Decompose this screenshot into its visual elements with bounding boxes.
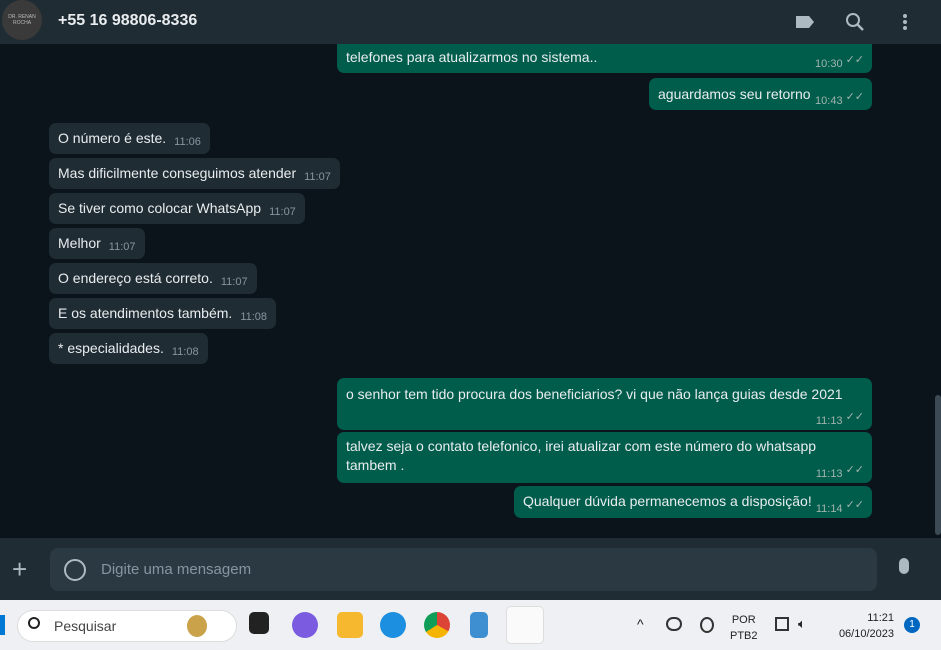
notepad-icon[interactable] (470, 612, 488, 638)
message-time: 11:08 (240, 311, 268, 323)
message-input[interactable]: Digite uma mensagem (50, 548, 877, 591)
message-incoming: O endereço está correto. 11:07 (49, 263, 257, 294)
message-text: E os atendimentos também. (58, 305, 233, 321)
file-explorer-icon[interactable] (337, 612, 363, 638)
sync-icon[interactable] (700, 617, 714, 633)
emoji-icon[interactable] (64, 559, 86, 581)
message-text: O endereço está correto. (58, 270, 213, 286)
clock[interactable]: 11:21 06/10/2023 (830, 610, 894, 642)
edge-icon[interactable] (380, 612, 406, 638)
search-highlight-icon (187, 615, 207, 637)
message-time: 10:30 (815, 58, 843, 70)
composer: + Digite uma mensagem (0, 538, 941, 600)
message-time: 11:07 (108, 241, 136, 253)
message-text: talvez seja o contato telefonico, irei a… (346, 438, 817, 473)
network-icon[interactable] (775, 617, 789, 631)
message-outgoing: talvez seja o contato telefonico, irei a… (337, 432, 872, 483)
message-outgoing: telefones para atualizarmos no sistema..… (337, 44, 872, 73)
onedrive-icon[interactable] (666, 617, 682, 631)
message-time: 11:06 (174, 136, 201, 148)
language-code: POR (731, 614, 756, 626)
snipping-tool-icon[interactable] (506, 606, 544, 644)
start-icon[interactable] (0, 615, 5, 635)
message-time: 11:13 (815, 415, 843, 427)
clock-date: 06/10/2023 (838, 628, 894, 640)
read-ticks-icon: ✓✓ (845, 91, 864, 103)
message-text: telefones para atualizarmos no sistema.. (346, 49, 598, 65)
message-placeholder: Digite uma mensagem (101, 561, 252, 578)
message-text: O número é este. (58, 130, 167, 146)
tray-overflow-icon[interactable]: ^ (637, 616, 644, 632)
message-incoming: Mas dificilmente conseguimos atender 11:0… (49, 158, 340, 189)
message-time: 11:07 (220, 276, 248, 288)
read-ticks-icon: ✓✓ (845, 54, 864, 66)
message-text: o senhor tem tido procura dos beneficiar… (346, 386, 843, 402)
search-icon[interactable] (844, 11, 866, 33)
label-icon[interactable] (794, 11, 816, 33)
message-text: aguardamos seu retorno (658, 86, 811, 102)
message-time: 11:07 (304, 171, 331, 183)
message-text: Mas dificilmente conseguimos atender (58, 165, 297, 181)
taskbar: Pesquisar ^ POR PTB2 🔈︎ 11:21 06/10/2023 1 (0, 600, 941, 650)
message-outgoing: aguardamos seu retorno 10:43 ✓✓ (649, 78, 872, 110)
microphone-icon[interactable] (899, 558, 909, 574)
message-incoming: Melhor 11:07 (49, 228, 145, 259)
message-incoming: * especialidades. 11:08 (49, 333, 208, 364)
chrome-icon[interactable] (424, 612, 450, 638)
read-ticks-icon: ✓✓ (845, 411, 864, 423)
message-incoming: O número é este. 11:06 (49, 123, 210, 154)
teams-chat-icon[interactable] (292, 612, 318, 638)
message-time: 11:07 (269, 206, 296, 218)
avatar[interactable]: DR. RENAN ROCHA (2, 0, 42, 40)
volume-icon[interactable]: 🔈︎ (798, 616, 806, 632)
message-outgoing: Qualquer dúvida permanecemos a disposiçã… (514, 486, 872, 518)
task-view-icon[interactable] (249, 612, 269, 634)
notification-badge[interactable]: 1 (904, 617, 920, 633)
keyboard-layout: PTB2 (730, 630, 758, 642)
menu-icon[interactable] (894, 11, 916, 33)
message-incoming: E os atendimentos também. 11:08 (49, 298, 277, 329)
message-text: Se tiver como colocar WhatsApp (58, 200, 262, 216)
message-time: 11:14 (815, 503, 843, 515)
message-time: 11:13 (815, 468, 843, 480)
contact-name[interactable]: +55 16 98806-8336 (58, 12, 197, 30)
attach-plus-icon[interactable]: + (12, 556, 27, 582)
message-list: telefones para atualizarmos no sistema..… (0, 44, 941, 538)
read-ticks-icon: ✓✓ (845, 464, 864, 476)
message-outgoing: o senhor tem tido procura dos beneficiar… (337, 378, 872, 430)
message-text: * especialidades. (58, 340, 164, 356)
read-ticks-icon: ✓✓ (845, 499, 864, 511)
search-label: Pesquisar (54, 618, 117, 634)
message-text: Qualquer dúvida permanecemos a disposiçã… (523, 493, 812, 509)
message-incoming: Se tiver como colocar WhatsApp 11:07 (49, 193, 305, 224)
message-time: 10:43 (815, 95, 843, 107)
search-icon (28, 617, 40, 629)
scrollbar[interactable] (935, 395, 941, 535)
message-time: 11:08 (171, 346, 199, 358)
message-text: Melhor (58, 235, 101, 251)
chat-header: DR. RENAN ROCHA +55 16 98806-8336 (0, 0, 941, 44)
language-indicator[interactable]: POR PTB2 (730, 612, 758, 644)
clock-time: 11:21 (867, 612, 894, 624)
